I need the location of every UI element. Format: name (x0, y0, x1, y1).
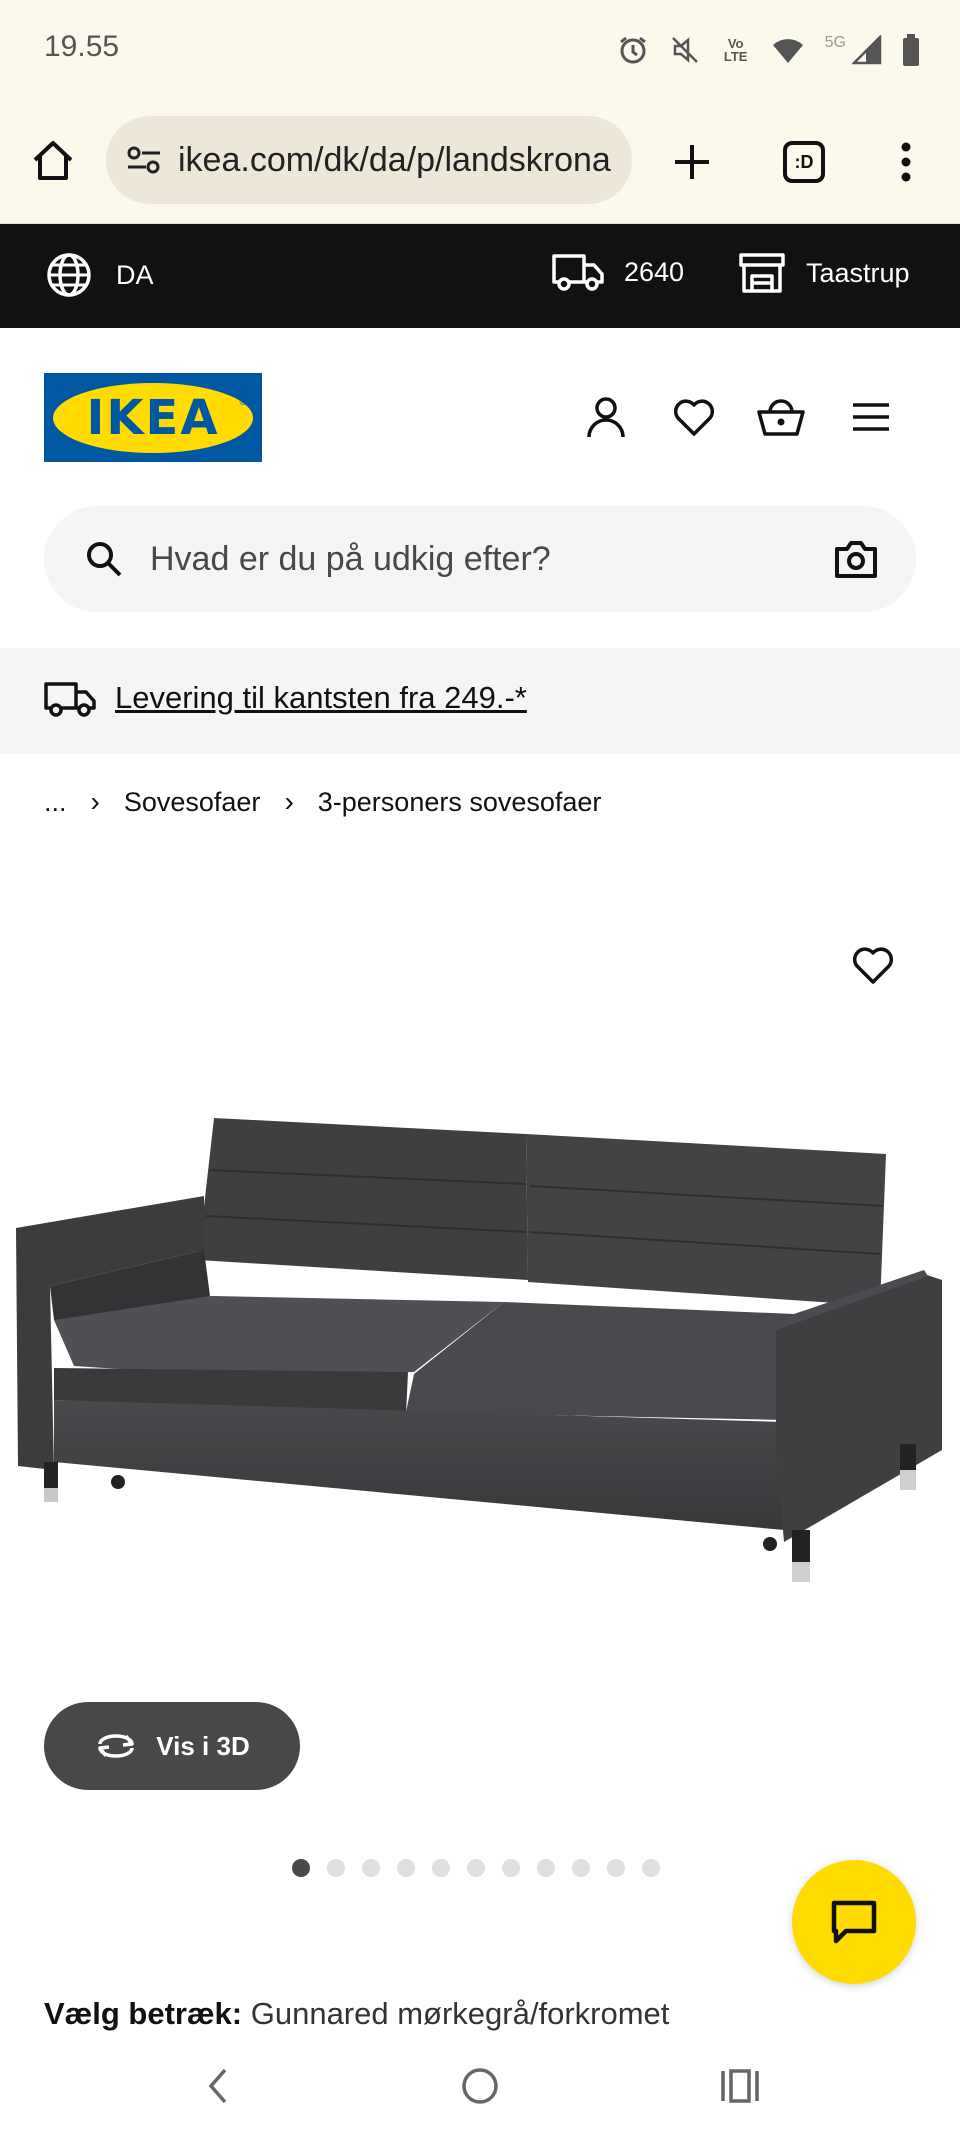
breadcrumb-item-sovesofaer[interactable]: Sovesofaer (124, 787, 261, 818)
delivery-zip-selector[interactable]: 2640 (552, 252, 684, 292)
cart-button[interactable] (754, 390, 808, 444)
truck-icon (552, 254, 604, 291)
user-icon (587, 397, 625, 438)
logo-text: IKEA (86, 389, 220, 446)
carousel-dot[interactable] (502, 1859, 520, 1877)
product-image-sofa[interactable] (14, 1110, 944, 1590)
utility-bar: DA 2640 Taastrup (0, 224, 960, 328)
main-menu-button[interactable] (844, 390, 898, 444)
nav-recents-button[interactable] (712, 2058, 768, 2114)
status-time: 19.55 (44, 30, 120, 63)
nav-back-button[interactable] (190, 2058, 246, 2114)
status-icons: Vo LTE 5G (617, 30, 920, 70)
carousel-indicator (292, 1859, 660, 1877)
store-label: Taastrup (806, 257, 910, 288)
browser-toolbar: ikea.com/dk/da/p/landskrona :D (0, 100, 960, 224)
favourites-button[interactable] (667, 390, 721, 444)
signal-icon (852, 35, 882, 65)
delivery-banner: Levering til kantsten fra 249.-* (0, 648, 960, 754)
home-circle-icon (462, 2068, 498, 2104)
chat-button[interactable] (792, 1860, 916, 1984)
search-icon (84, 539, 124, 584)
carousel-dot[interactable] (537, 1859, 555, 1877)
alarm-icon (617, 34, 649, 66)
carousel-dot[interactable] (432, 1859, 450, 1877)
language-label: DA (116, 259, 154, 290)
carousel-dot[interactable] (642, 1859, 660, 1877)
ikea-logo[interactable]: IKEA ® (44, 373, 262, 462)
carousel-dot[interactable] (397, 1859, 415, 1877)
chat-icon (831, 1900, 877, 1944)
chevron-right-icon: › (90, 786, 100, 817)
fabric-label: Vælg betræk: (44, 1996, 243, 2031)
account-button[interactable] (579, 390, 633, 444)
tab-count-badge: :D (783, 141, 825, 183)
system-nav-bar (0, 2034, 960, 2134)
zip-label: 2640 (624, 256, 685, 287)
new-tab-button[interactable] (664, 134, 720, 190)
delivery-info-link[interactable]: Levering til kantsten fra 249.-* (115, 680, 527, 716)
fabric-selector[interactable]: Vælg betræk: Gunnared mørkegrå/forkromet (44, 1996, 669, 2032)
fabric-value: Gunnared mørkegrå/forkromet (250, 1996, 670, 2031)
carousel-dot[interactable] (607, 1859, 625, 1877)
mute-icon (669, 34, 701, 66)
address-bar[interactable]: ikea.com/dk/da/p/landskrona (106, 116, 632, 204)
add-to-favourites-button[interactable] (845, 937, 901, 993)
breadcrumb: ... › Sovesofaer › 3-personers sovesofae… (44, 782, 601, 822)
home-icon (33, 141, 73, 180)
nav-home-button[interactable] (452, 2058, 508, 2114)
view-in-3d-label: Vis i 3D (156, 1730, 250, 1761)
tab-switcher-button[interactable]: :D (776, 134, 832, 190)
volte-icon: Vo LTE (723, 36, 748, 64)
carousel-dot[interactable] (572, 1859, 590, 1877)
hamburger-icon (853, 403, 889, 431)
camera-search-icon[interactable] (834, 539, 878, 584)
battery-icon (902, 34, 920, 66)
browser-home-button[interactable] (28, 136, 78, 186)
network-label: 5G (824, 34, 846, 51)
store-icon (739, 253, 785, 293)
carousel-dot[interactable] (467, 1859, 485, 1877)
language-selector[interactable]: DA (46, 252, 154, 298)
carousel-dot[interactable] (292, 1859, 310, 1877)
view-in-3d-button[interactable]: Vis i 3D (44, 1702, 300, 1790)
store-selector[interactable]: Taastrup (738, 252, 910, 294)
plus-icon (675, 145, 709, 179)
recents-icon (721, 2069, 759, 2103)
rotate-3d-icon (98, 1734, 135, 1758)
carousel-dot[interactable] (327, 1859, 345, 1877)
more-vert-icon (901, 142, 911, 182)
browser-menu-button[interactable] (878, 134, 934, 190)
carousel-dot[interactable] (362, 1859, 380, 1877)
breadcrumb-item-3-personers[interactable]: 3-personers sovesofaer (318, 787, 602, 818)
site-settings-icon[interactable] (122, 138, 166, 182)
globe-icon (47, 253, 91, 297)
chevron-right-icon: › (284, 786, 294, 817)
back-icon (208, 2068, 227, 2104)
heart-icon (852, 947, 894, 984)
breadcrumb-ellipsis[interactable]: ... (44, 787, 67, 818)
status-bar: 19.55 Vo LTE 5G (0, 0, 960, 100)
delivery-truck-icon (44, 678, 96, 723)
search-bar[interactable] (44, 506, 916, 612)
url-text: ikea.com/dk/da/p/landskrona (178, 140, 611, 179)
wifi-icon (771, 35, 805, 65)
heart-icon (673, 399, 715, 436)
basket-icon (757, 399, 805, 436)
search-input[interactable] (150, 528, 830, 590)
